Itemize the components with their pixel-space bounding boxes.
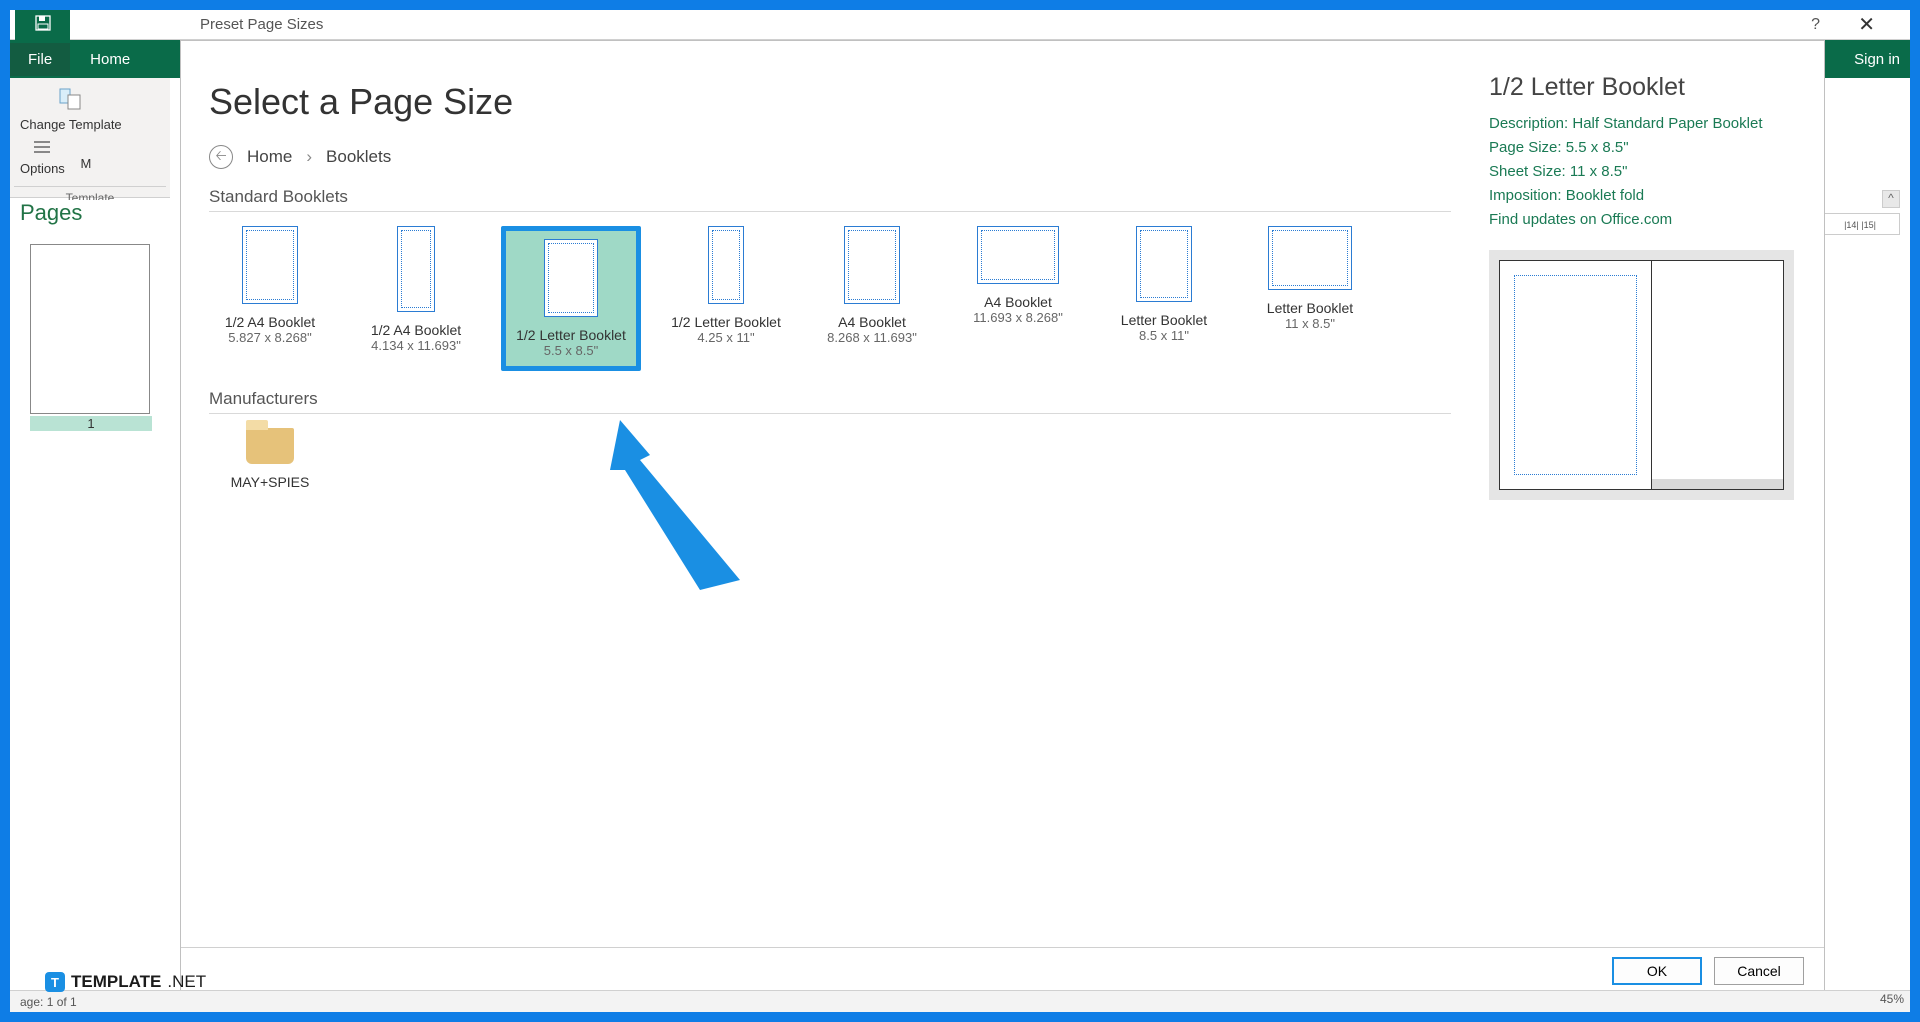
card-dim: 8.5 x 11" [1103,328,1225,343]
card-half-letter-booklet-selected[interactable]: 1/2 Letter Booklet 5.5 x 8.5" [501,226,641,371]
manufacturer-label: MAY+SPIES [209,474,331,490]
page-thumbnail-number: 1 [30,416,152,431]
save-icon[interactable] [35,15,51,36]
horizontal-ruler: |14| |15| [1820,213,1900,235]
card-dim: 4.134 x 11.693" [355,338,477,353]
card-letter-booklet-portrait[interactable]: Letter Booklet 8.5 x 11" [1103,226,1225,371]
card-label: A4 Booklet [957,294,1079,310]
breadcrumb-home[interactable]: Home [247,147,292,167]
pages-panel-title: Pages [10,200,170,236]
booklet-preview [1489,250,1794,500]
tab-home[interactable]: Home [70,43,150,76]
booklet-grid: 1/2 A4 Booklet 5.827 x 8.268" 1/2 A4 Boo… [209,226,1451,371]
find-updates-link[interactable]: Find updates on Office.com [1489,211,1672,228]
tab-file[interactable]: File [10,43,70,76]
ok-button[interactable]: OK [1612,957,1702,985]
card-label: 1/2 A4 Booklet [355,322,477,338]
options-button[interactable]: Options [14,134,71,178]
options-label: Options [20,161,65,176]
watermark-icon: T [45,972,65,992]
card-label: Letter Booklet [1103,312,1225,328]
card-a4-booklet-portrait[interactable]: A4 Booklet 8.268 x 11.693" [811,226,933,371]
change-template-label: Change Template [20,117,122,132]
zoom-percent: 45% [1880,988,1904,1010]
card-dim: 8.268 x 11.693" [811,330,933,345]
section-manufacturers: Manufacturers [209,389,1451,409]
ribbon: Change Template Options M Template [10,78,170,198]
help-icon[interactable]: ? [1811,16,1820,34]
section-standard-booklets: Standard Booklets [209,187,1451,207]
card-letter-booklet-landscape[interactable]: Letter Booklet 11 x 8.5" [1249,226,1371,371]
card-half-a4-booklet-tall[interactable]: 1/2 A4 Booklet 4.134 x 11.693" [355,226,477,371]
scroll-up-icon[interactable]: ^ [1882,190,1900,208]
card-label: 1/2 A4 Booklet [209,314,331,330]
page-status: age: 1 of 1 [20,995,77,1009]
dialog-title: Select a Page Size [209,81,1451,123]
folder-icon [246,428,294,464]
breadcrumb: 🡠 Home › Booklets [209,145,1451,169]
pages-panel: Pages 1 [10,200,170,1012]
quick-access-toolbar [15,10,70,40]
page-thumbnail[interactable]: 1 [30,244,150,431]
page-size-dialog: Select a Page Size 🡠 Home › Booklets Sta… [180,40,1825,994]
detail-title: 1/2 Letter Booklet [1489,73,1804,102]
manufacturer-folder[interactable]: MAY+SPIES [209,428,331,490]
card-dim: 4.25 x 11" [665,330,787,345]
back-icon[interactable]: 🡠 [209,145,233,169]
card-a4-booklet-landscape[interactable]: A4 Booklet 11.693 x 8.268" [957,226,1079,371]
chevron-right-icon: › [306,147,312,167]
ribbon-more: M [74,134,97,173]
breadcrumb-booklets[interactable]: Booklets [326,147,391,167]
dialog-window-title: Preset Page Sizes [200,16,323,33]
change-template-button[interactable]: Change Template [14,84,128,134]
card-label: A4 Booklet [811,314,933,330]
card-label: Letter Booklet [1249,300,1371,316]
card-half-a4-booklet-portrait[interactable]: 1/2 A4 Booklet 5.827 x 8.268" [209,226,331,371]
card-label: 1/2 Letter Booklet [665,314,787,330]
dialog-button-bar: OK Cancel [181,947,1824,993]
card-label: 1/2 Letter Booklet [514,327,628,343]
card-dim: 5.5 x 8.5" [514,343,628,358]
cancel-button[interactable]: Cancel [1714,957,1804,985]
card-half-letter-booklet-tall[interactable]: 1/2 Letter Booklet 4.25 x 11" [665,226,787,371]
card-dim: 11.693 x 8.268" [957,310,1079,325]
watermark: T TEMPLATE.NET [45,972,206,992]
detail-pane: 1/2 Letter Booklet Description: Half Sta… [1479,41,1824,947]
window-titlebar: Preset Page Sizes ? ✕ [10,10,1910,40]
status-bar: age: 1 of 1 45% [10,990,1910,1012]
card-dim: 5.827 x 8.268" [209,330,331,345]
card-dim: 11 x 8.5" [1249,316,1371,331]
close-icon[interactable]: ✕ [1858,12,1875,37]
sign-in-link[interactable]: Sign in [1854,51,1900,68]
